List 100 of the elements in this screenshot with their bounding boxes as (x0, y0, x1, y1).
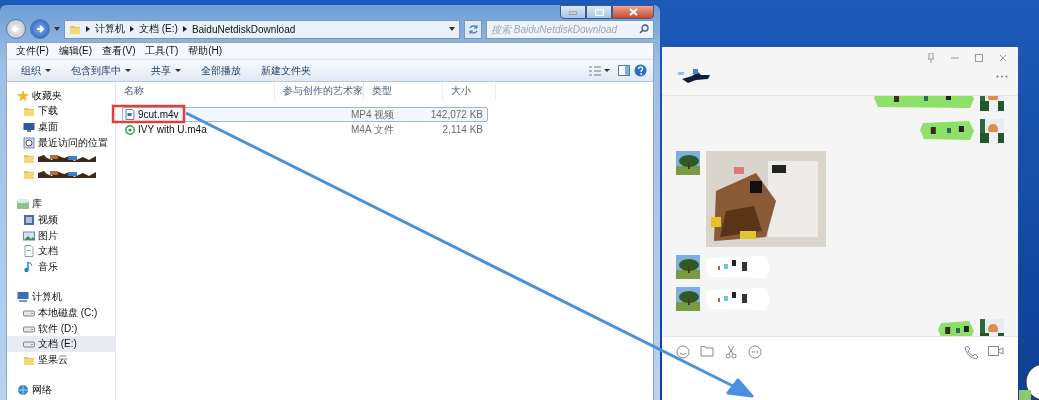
dropdown-caret-icon[interactable] (449, 27, 455, 31)
blurred-message (706, 287, 770, 311)
minimize-icon (569, 9, 577, 15)
menu-item[interactable]: 查看(V) (97, 44, 141, 58)
nav-group-item[interactable]: 收藏夹 (7, 88, 115, 104)
video-icon (23, 213, 35, 226)
audio-file-icon (125, 124, 135, 135)
nav-label: 软件 (D:) (38, 321, 78, 336)
toolbar-button[interactable]: 全部播放 (193, 61, 249, 80)
nav-label: 下载 (38, 104, 58, 119)
document-icon (23, 245, 35, 258)
redacted-contact-name-icon (678, 69, 712, 83)
forward-button[interactable] (30, 19, 50, 39)
file-row[interactable]: IVY with U.m4a M4A 文件 2,114 KB (122, 122, 488, 137)
breadcrumb[interactable]: BaiduNetdiskDownload (191, 23, 296, 35)
breadcrumb-separator-icon[interactable] (130, 26, 134, 32)
nav-group-item[interactable]: 库 (7, 196, 115, 213)
redacted-label-icon (38, 168, 96, 179)
nav-item[interactable]: 桌面 (7, 119, 115, 135)
file-type: M4A 文件 (351, 122, 395, 137)
nav-item[interactable]: 软件 (D:) (7, 320, 115, 337)
nav-item[interactable]: 视频 (7, 212, 115, 228)
dropdown-caret-icon[interactable] (54, 27, 60, 31)
close-icon (628, 8, 638, 16)
menu-item[interactable]: 帮助(H) (183, 44, 228, 58)
column-header[interactable]: 参与创作的艺术家 (275, 82, 364, 100)
scissors-icon[interactable] (724, 345, 738, 359)
message-input-area[interactable] (662, 336, 1018, 400)
nav-label: 图片 (38, 228, 58, 243)
file-name: 9cut.m4v (138, 109, 179, 120)
close-icon[interactable] (998, 53, 1008, 63)
nav-label: 坚果云 (38, 352, 68, 367)
back-arrow-icon (11, 24, 21, 34)
nav-label: 本地磁盘 (C:) (38, 305, 98, 320)
nav-item[interactable]: 图片 (7, 227, 115, 244)
address-bar[interactable]: 计算机 文档 (E:) BaiduNetdiskDownload (64, 19, 460, 39)
star-icon (17, 89, 29, 102)
nav-item[interactable]: 本地磁盘 (C:) (7, 305, 115, 321)
list-view-icon (589, 65, 601, 76)
refresh-button[interactable] (464, 19, 482, 39)
file-row[interactable]: 9cut.m4v MP4 视频 142,072 KB (122, 107, 488, 122)
refresh-icon (467, 23, 479, 35)
nav-item[interactable]: 最近访问的位置 (7, 134, 115, 151)
chat-bubble-icon[interactable] (748, 345, 762, 359)
video-file-icon (125, 109, 135, 120)
back-button[interactable] (6, 19, 26, 39)
breadcrumb[interactable]: 计算机 (95, 22, 125, 36)
folder-icon (69, 23, 81, 35)
file-type: MP4 视频 (351, 107, 396, 122)
blurred-message (920, 119, 974, 141)
nav-label: 音乐 (38, 259, 58, 274)
toolbar-button[interactable]: 共享 (143, 61, 189, 80)
nav-item[interactable]: 文档 (7, 243, 115, 259)
menu-item[interactable]: 工具(T) (140, 44, 184, 58)
nav-label: 收藏夹 (32, 88, 62, 103)
maximize-icon[interactable] (974, 53, 984, 63)
toolbar-button[interactable]: 新建文件夹 (253, 61, 319, 80)
nav-label: 视频 (38, 212, 58, 227)
nav-label: 文档 (38, 244, 58, 259)
minimize-button[interactable] (560, 5, 586, 19)
column-header[interactable]: 名称 (116, 82, 275, 100)
nav-group-item[interactable]: 计算机 (7, 289, 115, 306)
column-header[interactable]: 类型 (364, 82, 443, 100)
menu-item[interactable]: 文件(F) (11, 44, 54, 58)
nav-label: 网络 (32, 383, 52, 398)
phone-icon[interactable] (964, 345, 978, 359)
blurred-message (706, 255, 770, 279)
nav-group-item[interactable]: 网络 (7, 382, 115, 399)
breadcrumb[interactable]: 文档 (E:) (139, 22, 178, 36)
breadcrumb-separator-icon[interactable] (182, 26, 187, 32)
preview-pane-icon[interactable] (618, 65, 630, 76)
file-size: 2,114 KB (441, 124, 483, 135)
more-icon[interactable] (996, 74, 1008, 78)
network-icon (17, 384, 29, 397)
close-button[interactable] (612, 5, 654, 19)
folder-icon[interactable] (700, 345, 714, 357)
nav-item[interactable]: 下载 (7, 103, 115, 120)
nav-label: 库 (32, 197, 42, 212)
video-call-icon[interactable] (988, 345, 1004, 357)
emoji-icon[interactable] (676, 345, 690, 359)
drive-icon (23, 338, 35, 351)
maximize-button[interactable] (586, 5, 612, 19)
nav-item[interactable]: 音乐 (7, 258, 115, 275)
library-icon (17, 198, 29, 211)
nav-item[interactable]: 文档 (E:) (7, 336, 115, 352)
file-name: IVY with U.m4a (138, 124, 207, 135)
column-header[interactable]: 大小 (443, 82, 496, 100)
monitor-icon (23, 121, 35, 133)
menu-item[interactable]: 编辑(E) (53, 44, 98, 58)
toolbar-button[interactable]: 包含到库中 (63, 61, 139, 80)
nav-label: 最近访问的位置 (38, 135, 108, 150)
nav-item[interactable]: 坚果云 (7, 351, 115, 368)
search-field[interactable]: 搜索 BaiduNetdiskDownload (486, 19, 654, 39)
folder-icon (23, 152, 35, 165)
picture-icon (23, 229, 35, 242)
toolbar-button[interactable]: 组织 (13, 61, 59, 80)
help-icon[interactable] (634, 64, 647, 77)
breadcrumb-separator-icon[interactable] (86, 26, 90, 32)
maximize-icon (594, 8, 604, 16)
music-icon (23, 260, 35, 273)
